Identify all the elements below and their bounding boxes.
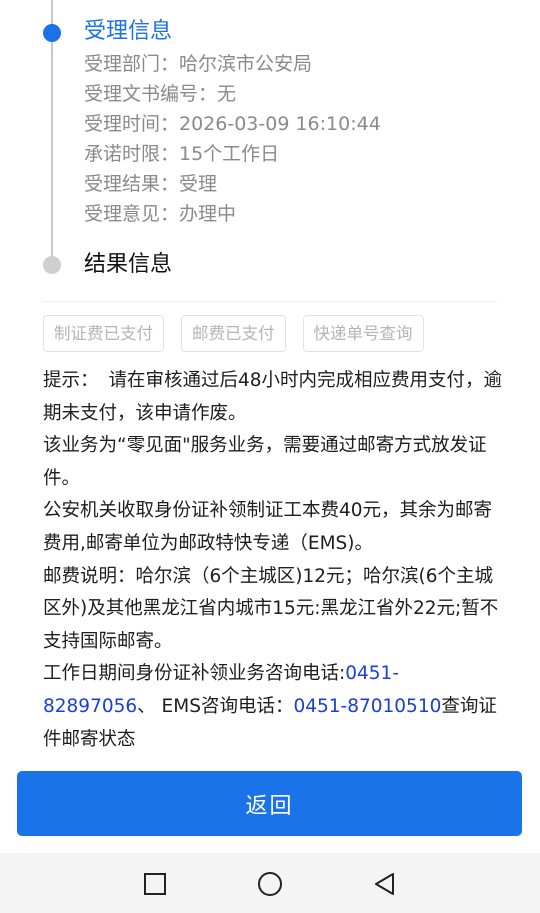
triangle-back-icon[interactable] (370, 869, 400, 899)
notice-tip: 提示： 请在审核通过后48小时内完成相应费用支付，逾期未支付，该申请作废。 (43, 365, 503, 430)
square-recent-apps-icon[interactable] (140, 869, 170, 899)
accept-opinion: 受理意见：办理中 (84, 203, 237, 225)
system-navigation-bar (0, 853, 540, 913)
notice-zero-meeting: 该业务为“零见面"服务业务，需要通过邮寄方式放发证件。 (43, 435, 487, 489)
promised-time-limit: 承诺时限：15个工作日 (84, 143, 280, 165)
tracking-number-query-chip[interactable]: 快递单号查询 (302, 315, 424, 352)
application-progress-page: 受理信息 受理部门：哈尔滨市公安局 受理文书编号：无 受理时间：2026-03-… (0, 0, 540, 913)
notice-fee: 公安机关收取身份证补领制证工本费40元，其余为邮寄费用,邮寄单位为邮政特快专递（… (43, 500, 493, 554)
notice-tip-label: 提示： (43, 370, 99, 391)
result-info-title: 结果信息 (84, 252, 173, 277)
postage-paid-chip[interactable]: 邮费已支付 (181, 315, 286, 352)
id-fee-paid-chip[interactable]: 制证费已支付 (43, 315, 164, 352)
back-button[interactable]: 返回 (17, 771, 522, 836)
notice-contact: 工作日期间身份证补领业务咨询电话:0451-82897056、 EMS咨询电话：… (43, 658, 503, 756)
notice-postage: 邮费说明：哈尔滨（6个主城区)12元；哈尔滨(6个主城区外)及其他黑龙江省内城市… (43, 565, 499, 652)
accept-document-number: 受理文书编号：无 (84, 83, 237, 105)
timeline-dot-pending-icon (43, 256, 61, 274)
ems-phone-link[interactable]: 0451-87010510 (293, 696, 441, 717)
accept-info-list: 受理部门：哈尔滨市公安局 受理文书编号：无 受理时间：2026-03-09 16… (84, 49, 381, 229)
accept-info-title: 受理信息 (84, 19, 173, 44)
contact-prefix: 工作日期间身份证补领业务咨询电话: (43, 663, 346, 685)
accept-department: 受理部门：哈尔滨市公安局 (84, 53, 313, 75)
timeline-dot-active-icon (43, 24, 61, 42)
notice-tip-text: 请在审核通过后48小时内完成相应费用支付，逾期未支付，该申请作废。 (43, 370, 503, 424)
accept-time: 受理时间：2026-03-09 16:10:44 (84, 113, 381, 135)
status-chip-row: 制证费已支付 邮费已支付 快递单号查询 (43, 315, 424, 352)
divider (43, 301, 497, 302)
accept-result: 受理结果：受理 (84, 173, 218, 195)
contact-mid: 、 EMS咨询电话： (137, 695, 294, 717)
notice-text: 提示： 请在审核通过后48小时内完成相应费用支付，逾期未支付，该申请作废。 该业务… (43, 365, 503, 756)
circle-home-icon[interactable] (255, 869, 285, 899)
